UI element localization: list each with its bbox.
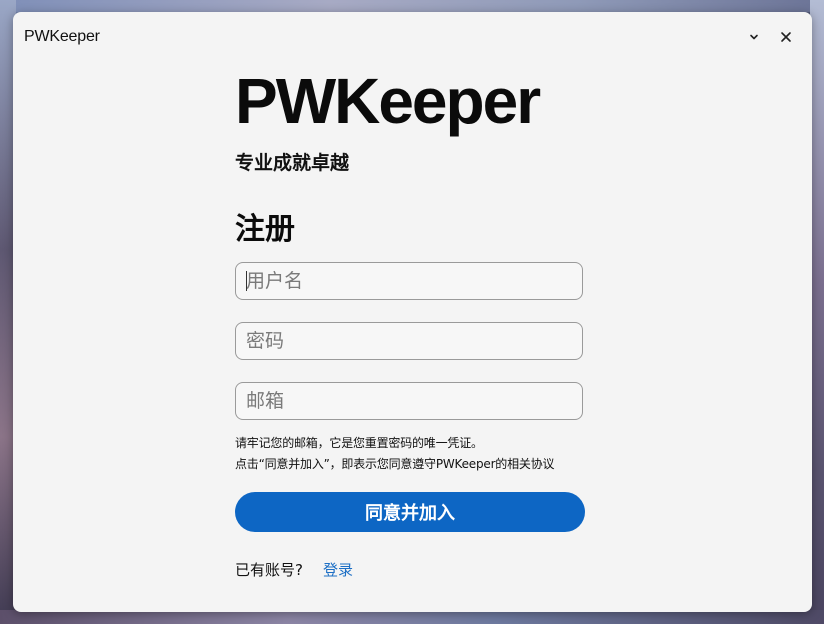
page-title: 注册 (235, 212, 295, 247)
app-window: PWKeeper PWKeeper 专业成就卓越 注册 请牢记您的邮箱，它是您重… (13, 12, 812, 612)
username-input[interactable] (235, 262, 583, 300)
have-account-label: 已有账号? (235, 561, 303, 579)
password-input[interactable] (235, 322, 583, 360)
chevron-down-icon (750, 34, 758, 40)
email-reminder-note: 请牢记您的邮箱，它是您重置密码的唯一凭证。 (235, 436, 483, 450)
login-link[interactable]: 登录 (323, 559, 353, 580)
email-input[interactable] (235, 382, 583, 420)
agreement-note: 点击“同意并加入”，即表示您同意遵守PWKeeper的相关协议 (235, 457, 555, 471)
brand-tagline: 专业成就卓越 (235, 152, 350, 174)
window-title: PWKeeper (24, 28, 100, 45)
brand-logo-text: PWKeeper (235, 65, 541, 137)
minimize-button[interactable] (743, 26, 765, 48)
desktop-wallpaper-bottom (0, 610, 824, 624)
close-button[interactable] (775, 26, 797, 48)
text-cursor (246, 271, 247, 291)
desktop-wallpaper-top (0, 0, 824, 12)
desktop-wallpaper-right (810, 0, 824, 624)
agree-and-join-button[interactable]: 同意并加入 (235, 492, 585, 532)
close-icon (781, 32, 791, 42)
